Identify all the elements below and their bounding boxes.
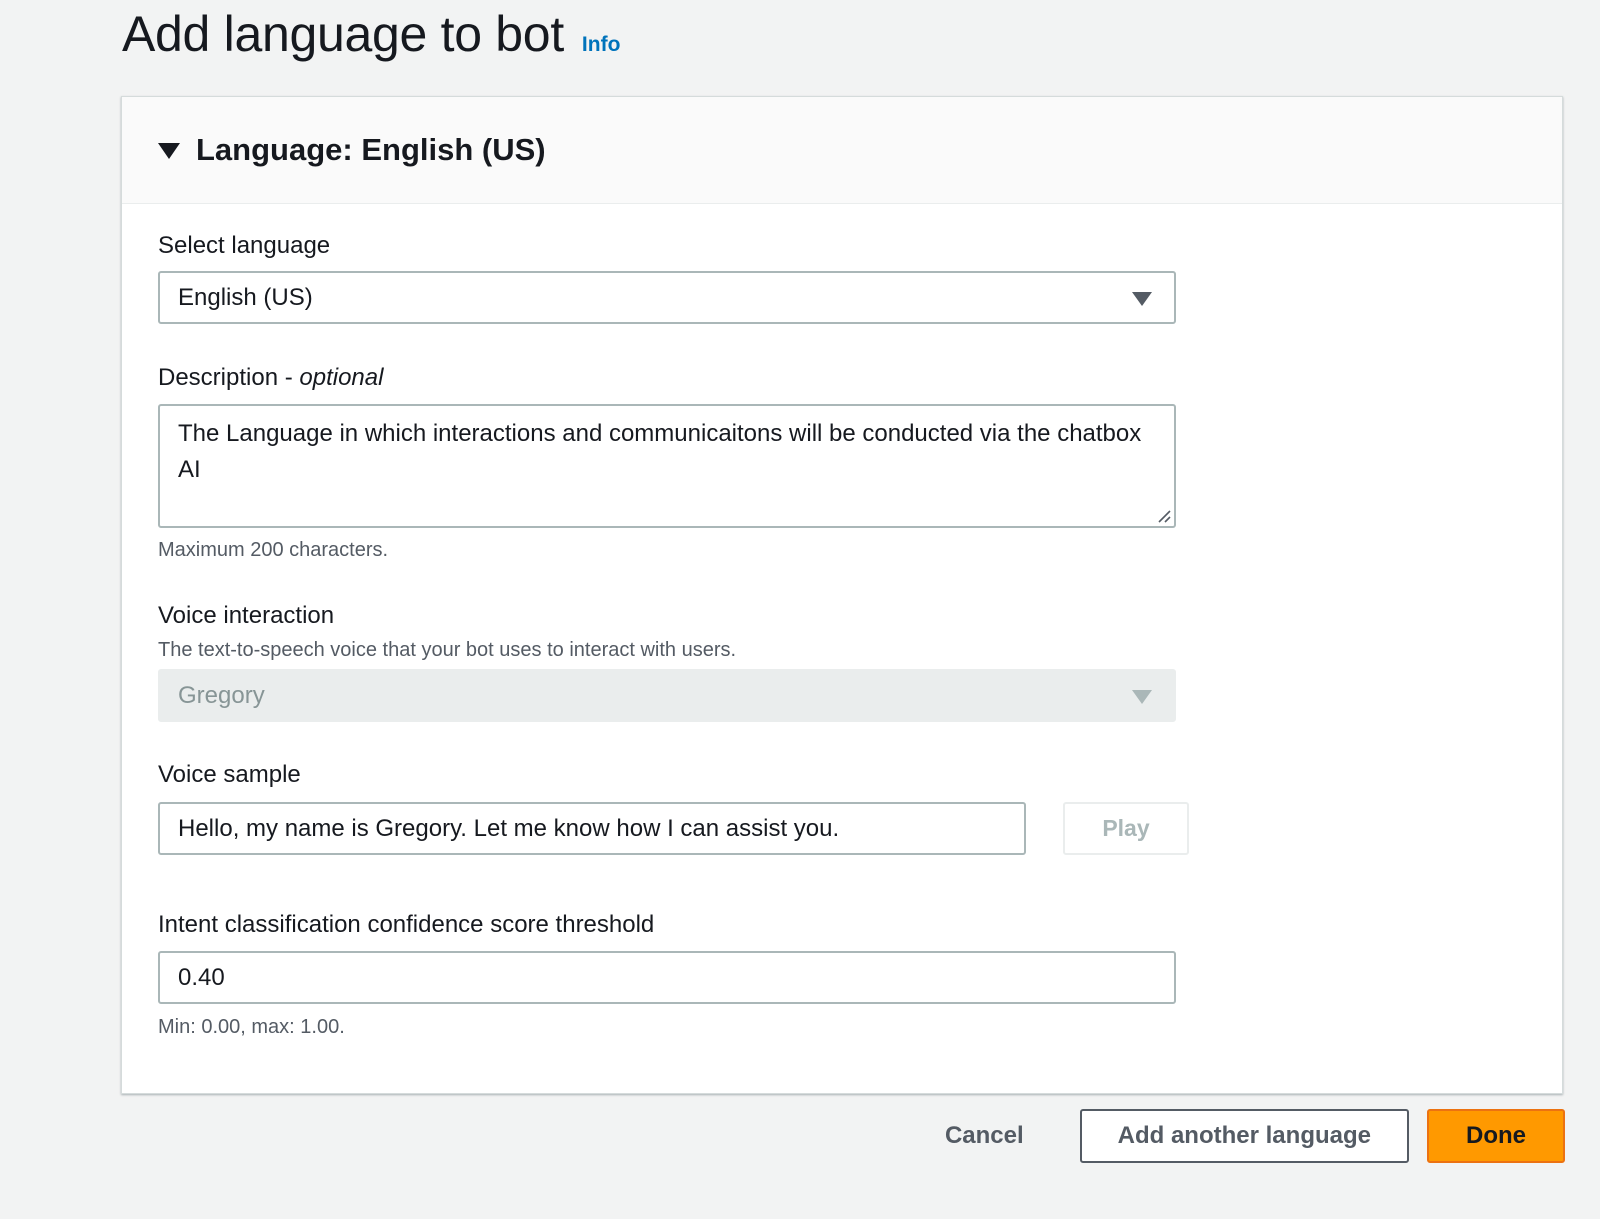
info-link[interactable]: Info [582, 33, 620, 57]
page-title: Add language to bot [122, 6, 564, 62]
confidence-threshold-value: 0.40 [178, 963, 225, 991]
description-label: Description - optional [158, 364, 383, 392]
chevron-down-icon [1132, 291, 1152, 306]
voice-interaction-label: Voice interaction [158, 602, 335, 629]
voice-interaction-description: The text-to-speech voice that your bot u… [158, 639, 737, 661]
voice-sample-label: Voice sample [158, 761, 301, 788]
confidence-threshold-label: Intent classification confidence score t… [158, 911, 655, 938]
caret-down-icon [158, 143, 180, 159]
voice-sample-input[interactable]: Hello, my name is Gregory. Let me know h… [158, 802, 1026, 855]
confidence-threshold-input[interactable]: 0.40 [158, 951, 1176, 1004]
panel-title: Language: English (US) [196, 132, 546, 167]
done-button[interactable]: Done [1427, 1109, 1565, 1163]
chevron-down-icon [1132, 689, 1152, 704]
description-textarea[interactable]: The Language in which interactions and c… [158, 404, 1176, 528]
select-language-value: English (US) [178, 283, 313, 311]
play-button: Play [1063, 802, 1189, 855]
add-another-language-button[interactable]: Add another language [1079, 1109, 1409, 1163]
voice-sample-value: Hello, my name is Gregory. Let me know h… [178, 814, 840, 842]
cancel-button[interactable]: Cancel [925, 1109, 1044, 1163]
select-language-dropdown[interactable]: English (US) [158, 271, 1176, 324]
confidence-threshold-constraint: Min: 0.00, max: 1.00. [158, 1016, 345, 1038]
description-constraint: Maximum 200 characters. [158, 539, 389, 561]
description-label-text: Description - [158, 364, 300, 391]
language-panel-header[interactable]: Language: English (US) [122, 97, 1562, 204]
optional-tag: optional [299, 364, 384, 391]
voice-interaction-dropdown: Gregory [158, 669, 1176, 722]
description-value: The Language in which interactions and c… [178, 420, 1142, 483]
language-panel: Language: English (US) Select language E… [121, 96, 1563, 1094]
resize-grip-icon[interactable] [1157, 509, 1171, 523]
page-header: Add language to bot Info [122, 2, 620, 66]
select-language-label: Select language [158, 232, 331, 259]
voice-interaction-value: Gregory [178, 681, 265, 709]
footer-actions: Cancel Add another language Done [925, 1109, 1565, 1163]
